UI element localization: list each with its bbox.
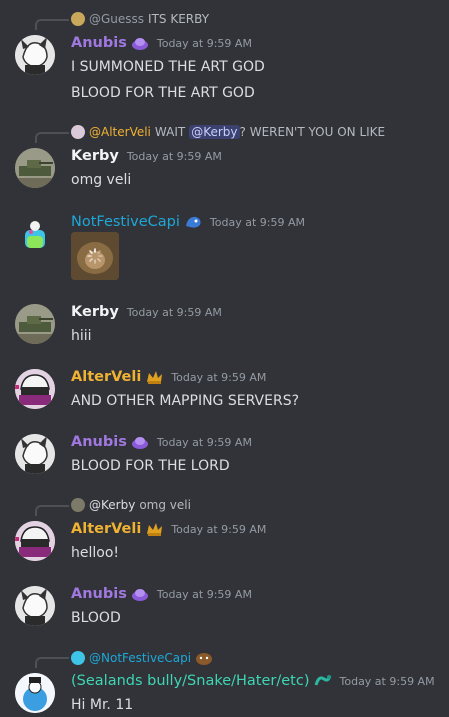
message-header: Anubis Today at 9:59 AM xyxy=(71,35,252,51)
message-text-line: BLOOD FOR THE LORD xyxy=(71,458,230,474)
message-header: NotFestiveCapi Today at 9:59 AM xyxy=(71,214,305,230)
reply-connector xyxy=(35,19,69,30)
image-attachment[interactable] xyxy=(71,232,119,280)
reply-connector xyxy=(35,132,69,143)
purple-orb-icon xyxy=(131,586,149,602)
avatar[interactable] xyxy=(15,369,55,409)
brown-creature-icon xyxy=(195,650,213,666)
message-header: (Sealands bully/Snake/Hater/etc) Today a… xyxy=(71,673,435,689)
loading-spinner-icon xyxy=(87,248,103,264)
reply-connector xyxy=(35,657,69,668)
avatar[interactable] xyxy=(15,673,55,713)
reply-connector xyxy=(35,505,69,516)
message-text-line: helloo! xyxy=(71,545,120,561)
avatar[interactable] xyxy=(15,214,55,254)
message-text-line: AND OTHER MAPPING SERVERS? xyxy=(71,393,300,409)
timestamp[interactable]: Today at 9:59 AM xyxy=(171,371,266,384)
author-name[interactable]: AlterVeli xyxy=(71,369,141,385)
avatar[interactable] xyxy=(15,586,55,626)
teal-snake-icon xyxy=(314,673,332,689)
author-name[interactable]: Anubis xyxy=(71,434,127,450)
reply-text: WAIT xyxy=(154,125,186,139)
author-name[interactable]: NotFestiveCapi xyxy=(71,214,180,230)
author-name[interactable]: Anubis xyxy=(71,35,127,51)
avatar[interactable] xyxy=(15,148,55,188)
author-name[interactable]: Kerby xyxy=(71,304,119,320)
reply-author[interactable]: @AlterVeli xyxy=(89,125,151,139)
reply-text: ITS KERBY xyxy=(148,12,210,26)
avatar[interactable] xyxy=(15,434,55,474)
timestamp[interactable]: Today at 9:59 AM xyxy=(157,37,252,50)
message-text-line: BLOOD FOR THE ART GOD xyxy=(71,85,255,101)
reply-avatar xyxy=(71,498,85,512)
avatar[interactable] xyxy=(15,304,55,344)
timestamp[interactable]: Today at 9:59 AM xyxy=(340,675,435,688)
message-header: Anubis Today at 9:59 AM xyxy=(71,586,252,602)
message-header: Anubis Today at 9:59 AM xyxy=(71,434,252,450)
message-header: Kerby Today at 9:59 AM xyxy=(71,304,222,320)
reply-avatar xyxy=(71,12,85,26)
message-header: Kerby Today at 9:59 AM xyxy=(71,148,222,164)
message-text-line: omg veli xyxy=(71,172,132,188)
message-header: AlterVeli Today at 9:59 AM xyxy=(71,521,266,537)
blue-dragon-icon xyxy=(184,214,202,230)
reply-author[interactable]: @NotFestiveCapi xyxy=(89,651,191,665)
reply-mention[interactable]: @Kerby xyxy=(189,125,240,139)
gold-crown-icon xyxy=(145,521,163,537)
message-text-line: I SUMMONED THE ART GOD xyxy=(71,59,265,75)
reply-author[interactable]: @Guesss xyxy=(89,12,144,26)
author-name[interactable]: (Sealands bully/Snake/Hater/etc) xyxy=(71,673,310,689)
timestamp[interactable]: Today at 9:59 AM xyxy=(210,216,305,229)
reply-preview[interactable]: @Guesss ITS KERBY xyxy=(71,12,209,26)
reply-preview[interactable]: @Kerby omg veli xyxy=(71,498,191,512)
reply-author[interactable]: @Kerby xyxy=(89,498,135,512)
reply-avatar xyxy=(71,125,85,139)
timestamp[interactable]: Today at 9:59 AM xyxy=(157,436,252,449)
message-text-line: BLOOD xyxy=(71,610,121,626)
timestamp[interactable]: Today at 9:59 AM xyxy=(127,306,222,319)
message-text-line: Hi Mr. 11 xyxy=(71,697,134,713)
reply-avatar xyxy=(71,651,85,665)
message-header: AlterVeli Today at 9:59 AM xyxy=(71,369,266,385)
gold-crown-icon xyxy=(145,369,163,385)
timestamp[interactable]: Today at 9:59 AM xyxy=(127,150,222,163)
reply-preview[interactable]: @AlterVeli WAIT @Kerby? WEREN'T YOU ON L… xyxy=(71,125,385,139)
purple-orb-icon xyxy=(131,434,149,450)
author-name[interactable]: Kerby xyxy=(71,148,119,164)
author-name[interactable]: AlterVeli xyxy=(71,521,141,537)
avatar[interactable] xyxy=(15,35,55,75)
avatar[interactable] xyxy=(15,521,55,561)
timestamp[interactable]: Today at 9:59 AM xyxy=(157,588,252,601)
author-name[interactable]: Anubis xyxy=(71,586,127,602)
reply-text: ? WEREN'T YOU ON LIKE xyxy=(239,125,386,139)
timestamp[interactable]: Today at 9:59 AM xyxy=(171,523,266,536)
reply-text: omg veli xyxy=(139,498,191,512)
purple-orb-icon xyxy=(131,35,149,51)
reply-preview[interactable]: @NotFestiveCapi xyxy=(71,650,213,666)
message-text-line: hiii xyxy=(71,328,92,344)
